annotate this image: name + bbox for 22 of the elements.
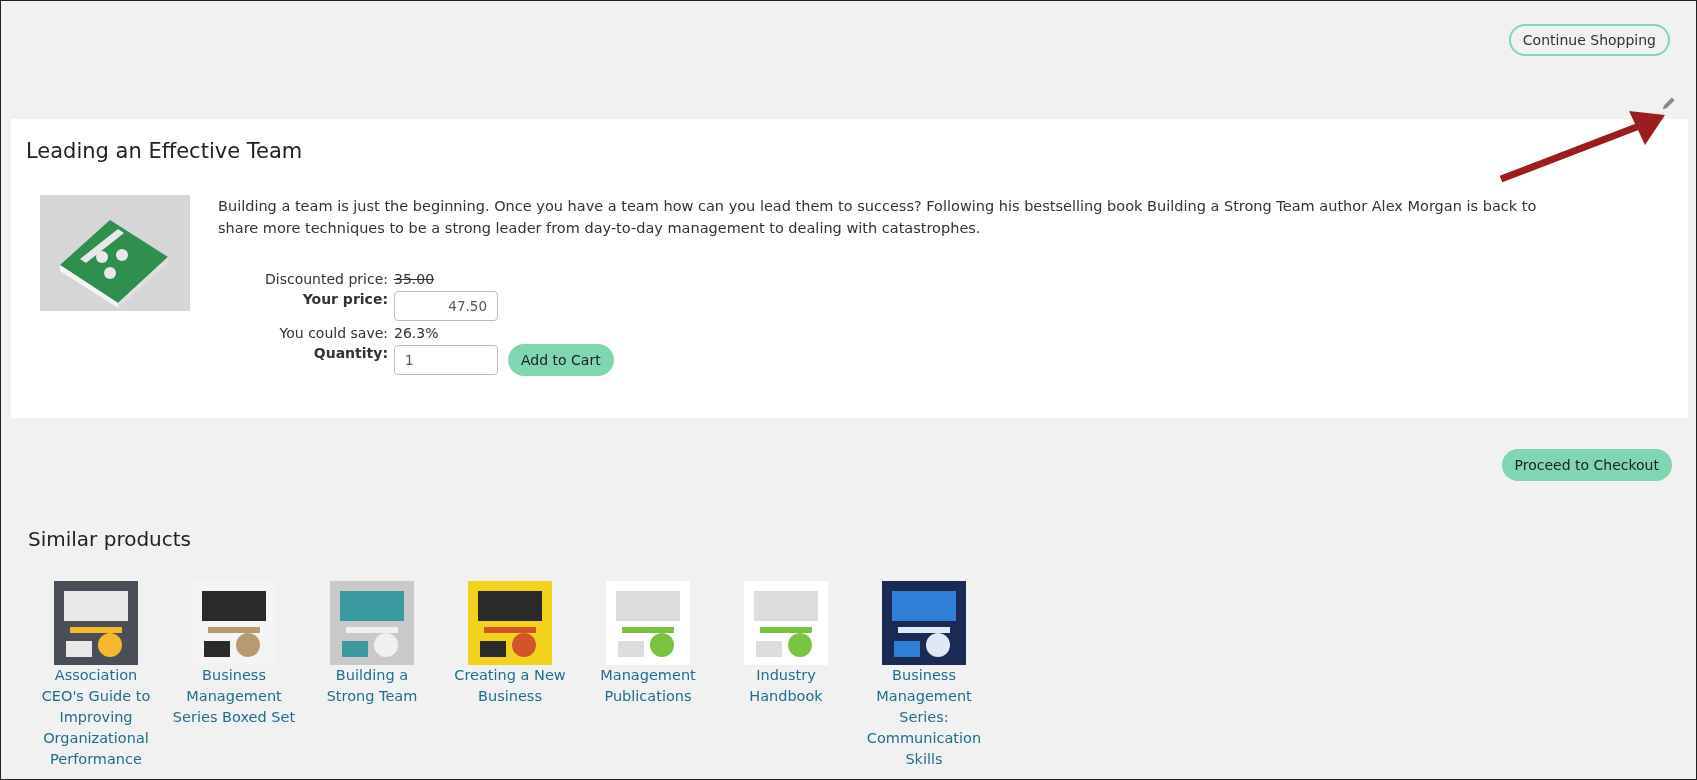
price-label: You could save: — [278, 324, 388, 343]
input-field[interactable]: 47.50 — [394, 291, 498, 321]
product-link[interactable]: Business Management Series: Communication Skills — [862, 665, 986, 770]
price-value: 35.00 — [394, 270, 435, 289]
price-label: Discounted price: — [264, 270, 388, 289]
price-label: Quantity: — [312, 344, 388, 363]
price-label: Your price: — [301, 290, 388, 309]
section-heading: Similar products — [28, 527, 193, 551]
input-field[interactable]: 1 — [394, 345, 498, 375]
product-link[interactable]: Management Publications — [586, 665, 710, 707]
product-title: Leading an Effective Team — [26, 139, 304, 163]
add-to-cart-button[interactable]: Add to Cart — [508, 344, 614, 376]
product-link[interactable]: Business Management Series Boxed Set — [172, 665, 296, 728]
product-description: Building a team is just the beginning. Once you have a team how can you lead them to success? Following his bestselling book Building a Strong Team author Alex Morgan is back to share more techniques to be a strong leader from day-to-day management to dealing with catastrophes. — [218, 197, 1538, 238]
product-link[interactable]: Industry Handbook — [724, 665, 848, 707]
product-link[interactable]: Building a Strong Team — [310, 665, 434, 707]
price-value: 26.3% — [394, 324, 439, 343]
product-link[interactable]: Creating a New Business — [448, 665, 572, 707]
edit-icon[interactable] — [1661, 96, 1676, 111]
product-link[interactable]: Association CEO's Guide to Improving Organizational Performance — [34, 665, 158, 770]
proceed-to-checkout-button[interactable]: Proceed to Checkout — [1501, 449, 1672, 481]
continue-shopping-button[interactable]: Continue Shopping — [1508, 24, 1670, 56]
